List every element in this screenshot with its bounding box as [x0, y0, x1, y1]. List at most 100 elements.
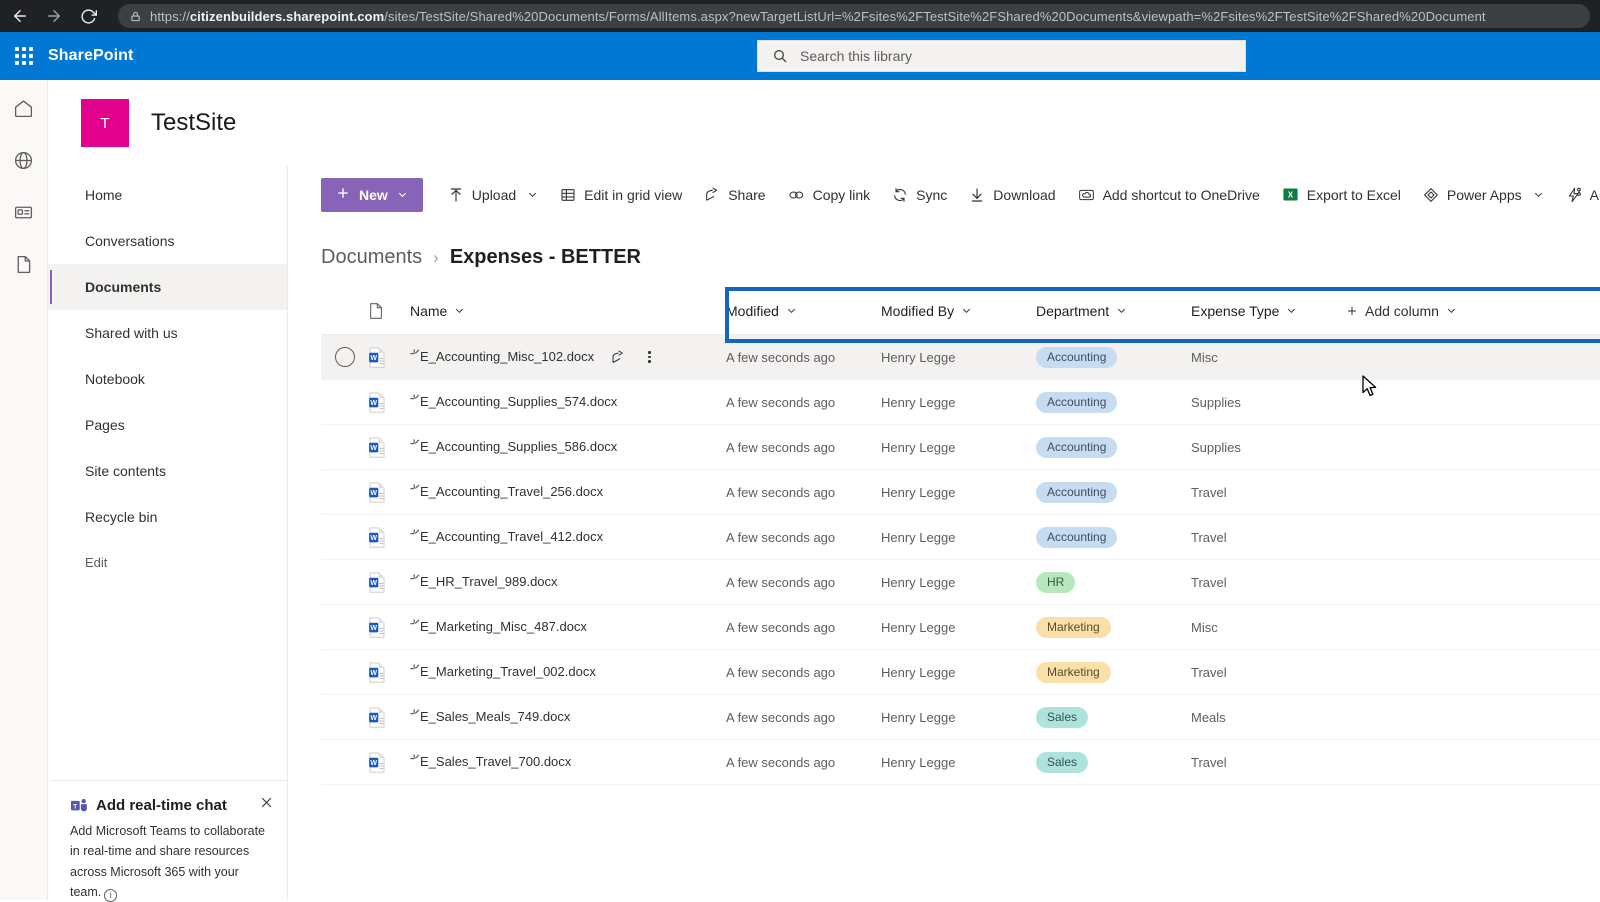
table-row[interactable]: WE_Accounting_Supplies_586.docxA few sec…: [321, 425, 1600, 470]
column-header-department[interactable]: Department: [1036, 303, 1191, 319]
breadcrumb-root[interactable]: Documents: [321, 246, 422, 269]
home-icon[interactable]: [12, 96, 36, 120]
link-icon: [788, 187, 805, 203]
file-name-cell[interactable]: E_Accounting_Travel_412.docx: [410, 528, 726, 546]
plus-icon: [336, 186, 350, 203]
command-add-shortcut-to-onedrive[interactable]: Add shortcut to OneDrive: [1067, 175, 1271, 215]
file-name-cell[interactable]: E_Accounting_Supplies_586.docx: [410, 438, 726, 456]
sidebar-edit-link[interactable]: Edit: [48, 540, 287, 584]
forward-arrow-icon[interactable]: [44, 6, 64, 26]
command-label: Automate: [1590, 187, 1600, 203]
sidebar-item-conversations[interactable]: Conversations: [48, 218, 287, 264]
file-name-link[interactable]: E_Marketing_Travel_002.docx: [420, 663, 596, 681]
app-launcher-icon[interactable]: [0, 32, 48, 80]
file-name-link[interactable]: E_Accounting_Supplies_574.docx: [420, 393, 617, 411]
share-icon[interactable]: [610, 350, 626, 365]
file-name-cell[interactable]: E_Accounting_Supplies_574.docx: [410, 393, 726, 411]
modified-by-cell[interactable]: Henry Legge: [881, 350, 1036, 365]
close-icon[interactable]: [257, 793, 275, 811]
command-share[interactable]: Share: [693, 175, 776, 215]
modified-by-cell[interactable]: Henry Legge: [881, 575, 1036, 590]
address-bar[interactable]: https://citizenbuilders.sharepoint.com/s…: [118, 4, 1590, 28]
column-header-modified[interactable]: Modified: [726, 303, 881, 319]
url-text: https://citizenbuilders.sharepoint.com/s…: [150, 9, 1486, 24]
file-name-link[interactable]: E_Accounting_Travel_412.docx: [420, 528, 603, 546]
sidebar-item-recycle-bin[interactable]: Recycle bin: [48, 494, 287, 540]
new-button[interactable]: New: [321, 178, 423, 212]
table-row[interactable]: WE_Accounting_Misc_102.docxA few seconds…: [321, 335, 1600, 380]
file-name-link[interactable]: E_Sales_Meals_749.docx: [420, 708, 570, 726]
column-header-modified-by[interactable]: Modified By: [881, 303, 1036, 319]
command-sync[interactable]: Sync: [881, 175, 958, 215]
command-automate[interactable]: Automate: [1555, 175, 1600, 215]
modified-by-cell[interactable]: Henry Legge: [881, 665, 1036, 680]
sidebar-item-site-contents[interactable]: Site contents: [48, 448, 287, 494]
row-select-cell[interactable]: [321, 347, 368, 367]
file-name-cell[interactable]: E_Marketing_Misc_487.docx: [410, 618, 726, 636]
globe-icon[interactable]: [12, 148, 36, 172]
table-row[interactable]: WE_Accounting_Travel_412.docxA few secon…: [321, 515, 1600, 560]
table-row[interactable]: WE_Accounting_Supplies_574.docxA few sec…: [321, 380, 1600, 425]
sidebar-item-pages[interactable]: Pages: [48, 402, 287, 448]
svg-text:W: W: [370, 580, 377, 587]
file-name-cell[interactable]: E_Sales_Meals_749.docx: [410, 708, 726, 726]
modified-by-cell[interactable]: Henry Legge: [881, 710, 1036, 725]
search-input[interactable]: Search this library: [757, 40, 1246, 72]
back-arrow-icon[interactable]: [10, 6, 30, 26]
expense-type-cell: Supplies: [1191, 440, 1346, 455]
add-column-button[interactable]: Add column: [1346, 303, 1600, 319]
expense-type-cell: Travel: [1191, 755, 1346, 770]
sidebar-item-label: Notebook: [85, 371, 145, 387]
column-header-name[interactable]: Name: [410, 303, 726, 319]
table-row[interactable]: WE_Accounting_Travel_256.docxA few secon…: [321, 470, 1600, 515]
command-copy-link[interactable]: Copy link: [777, 175, 882, 215]
modified-by-cell[interactable]: Henry Legge: [881, 755, 1036, 770]
command-label: Edit in grid view: [584, 187, 682, 203]
sidebar-item-documents[interactable]: Documents: [48, 264, 287, 310]
file-name-cell[interactable]: E_Accounting_Misc_102.docx: [410, 348, 726, 366]
table-row[interactable]: WE_Sales_Travel_700.docxA few seconds ag…: [321, 740, 1600, 785]
new-sparkle-icon: [410, 393, 419, 409]
file-name-link[interactable]: E_Marketing_Misc_487.docx: [420, 618, 587, 636]
command-export-to-excel[interactable]: XExport to Excel: [1271, 175, 1412, 215]
table-row[interactable]: WE_HR_Travel_989.docxA few seconds agoHe…: [321, 560, 1600, 605]
command-edit-in-grid-view[interactable]: Edit in grid view: [549, 175, 693, 215]
file-name-cell[interactable]: E_Sales_Travel_700.docx: [410, 753, 726, 771]
modified-by-cell[interactable]: Henry Legge: [881, 530, 1036, 545]
file-name-link[interactable]: E_Accounting_Misc_102.docx: [420, 348, 594, 366]
department-cell: Sales: [1036, 707, 1191, 728]
command-download[interactable]: Download: [958, 175, 1066, 215]
table-row[interactable]: WE_Sales_Meals_749.docxA few seconds ago…: [321, 695, 1600, 740]
column-header-expense-type[interactable]: Expense Type: [1191, 303, 1346, 319]
modified-by-cell[interactable]: Henry Legge: [881, 485, 1036, 500]
sidebar-item-shared-with-us[interactable]: Shared with us: [48, 310, 287, 356]
file-name-cell[interactable]: E_Accounting_Travel_256.docx: [410, 483, 726, 501]
word-document-icon: W: [368, 437, 410, 458]
file-name-cell[interactable]: E_Marketing_Travel_002.docx: [410, 663, 726, 681]
news-icon[interactable]: [12, 200, 36, 224]
file-name-cell[interactable]: E_HR_Travel_989.docx: [410, 573, 726, 591]
file-name-link[interactable]: E_Sales_Travel_700.docx: [420, 753, 571, 771]
selection-circle-icon[interactable]: [335, 347, 355, 367]
department-cell: HR: [1036, 572, 1191, 593]
modified-by-cell[interactable]: Henry Legge: [881, 620, 1036, 635]
modified-cell: A few seconds ago: [726, 530, 881, 545]
file-name-link[interactable]: E_Accounting_Supplies_586.docx: [420, 438, 617, 456]
table-row[interactable]: WE_Marketing_Travel_002.docxA few second…: [321, 650, 1600, 695]
sidebar-item-notebook[interactable]: Notebook: [48, 356, 287, 402]
page-title[interactable]: TestSite: [151, 109, 236, 137]
sidebar-item-home[interactable]: Home: [48, 172, 287, 218]
command-power-apps[interactable]: Power Apps: [1412, 175, 1555, 215]
modified-by-cell[interactable]: Henry Legge: [881, 440, 1036, 455]
table-row[interactable]: WE_Marketing_Misc_487.docxA few seconds …: [321, 605, 1600, 650]
file-name-link[interactable]: E_HR_Travel_989.docx: [420, 573, 558, 591]
reload-icon[interactable]: [78, 6, 98, 26]
modified-by-cell[interactable]: Henry Legge: [881, 395, 1036, 410]
file-name-link[interactable]: E_Accounting_Travel_256.docx: [420, 483, 603, 501]
more-options-icon[interactable]: [648, 351, 651, 363]
document-icon[interactable]: [12, 252, 36, 276]
modified-cell: A few seconds ago: [726, 485, 881, 500]
command-upload[interactable]: Upload: [437, 175, 549, 215]
file-type-header[interactable]: [368, 302, 410, 320]
sharepoint-brand[interactable]: SharePoint: [48, 47, 133, 65]
